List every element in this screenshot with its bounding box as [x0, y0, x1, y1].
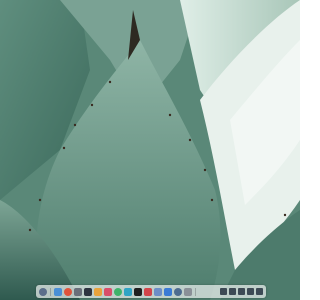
settings-icon[interactable] [174, 287, 182, 296]
launcher-icon[interactable] [39, 287, 47, 296]
mail-icon[interactable] [104, 287, 112, 296]
battery-icon[interactable] [238, 288, 245, 295]
music-icon[interactable] [124, 287, 132, 296]
file-manager-icon[interactable] [54, 287, 62, 296]
wallpaper-agave [0, 0, 300, 300]
store-icon[interactable] [164, 287, 172, 296]
system-tray [219, 288, 264, 295]
photos-icon[interactable] [94, 287, 102, 296]
camera-icon[interactable] [74, 287, 82, 296]
terminal-icon[interactable] [84, 287, 92, 296]
volume-icon[interactable] [229, 288, 236, 295]
desktop[interactable] [0, 0, 300, 300]
browser-icon[interactable] [64, 287, 72, 296]
text-editor-icon[interactable] [154, 287, 162, 296]
dock [36, 285, 266, 298]
power-icon[interactable] [256, 288, 263, 295]
dock-separator [50, 287, 51, 296]
calendar-icon[interactable] [144, 287, 152, 296]
dock-separator [195, 287, 196, 296]
chat-icon[interactable] [114, 287, 122, 296]
trash-icon[interactable] [184, 287, 192, 296]
video-icon[interactable] [134, 287, 142, 296]
network-icon[interactable] [220, 288, 227, 295]
notification-icon[interactable] [247, 288, 254, 295]
